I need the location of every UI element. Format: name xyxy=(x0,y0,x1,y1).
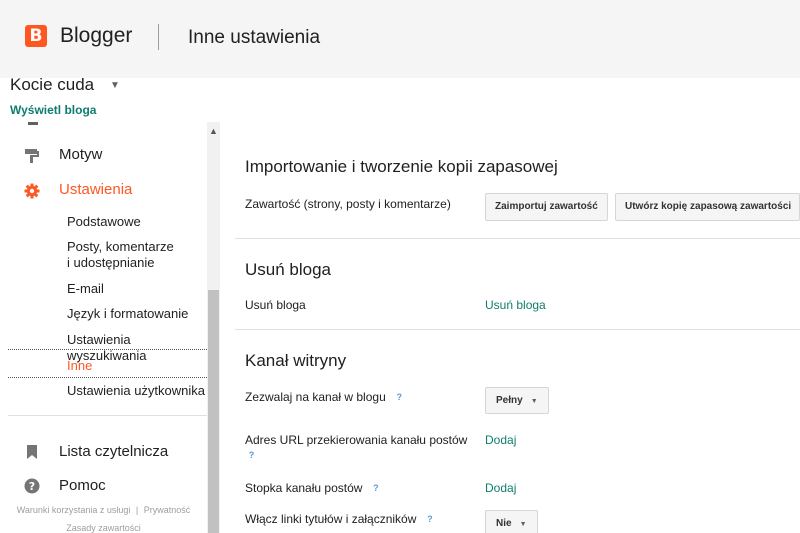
view-blog-link[interactable]: Wyświetl bloga xyxy=(10,103,96,117)
sidebar-item-ustawienia[interactable]: Ustawienia xyxy=(0,176,207,206)
top-bar: B Blogger Inne ustawienia xyxy=(0,0,800,78)
delete-blog-label: Usuń bloga xyxy=(245,298,306,312)
help-icon[interactable]: ? xyxy=(423,513,437,526)
help-icon: ? xyxy=(24,478,40,494)
gear-icon xyxy=(24,183,40,199)
title-links-label: Włącz linki tytułów i załączników xyxy=(245,512,417,526)
import-content-button[interactable]: Zaimportuj zawartość xyxy=(485,193,608,221)
active-item-outline xyxy=(8,349,207,378)
sidebar-subitem-posty-komentarze-line2[interactable]: i udostępnianie xyxy=(67,255,154,271)
footer-separator: | xyxy=(135,505,139,515)
sidebar: Motyw Ustawienia Podstawowe Posty, komen… xyxy=(0,122,207,533)
brand-name[interactable]: Blogger xyxy=(60,24,132,48)
sidebar-divider xyxy=(8,415,207,416)
footer-links-line2: Zasady zawartości xyxy=(0,523,207,533)
section-title-feed: Kanał witryny xyxy=(245,351,347,370)
title-links-value: Nie xyxy=(496,518,512,529)
section-title-import: Importowanie i tworzenie kopii zapasowej xyxy=(245,157,558,176)
page-title: Inne ustawienia xyxy=(188,27,321,48)
sidebar-item-label: Ustawienia xyxy=(59,181,133,198)
svg-text:?: ? xyxy=(29,480,35,493)
allow-feed-row: Zezwalaj na kanał w blogu? xyxy=(245,390,406,405)
footer-links: Warunki korzystania z usługi | Prywatnoś… xyxy=(0,505,207,515)
privacy-link[interactable]: Prywatność xyxy=(144,505,191,515)
section-title-delete: Usuń bloga xyxy=(245,260,332,279)
sidebar-item-pomoc[interactable]: ? Pomoc xyxy=(0,472,207,502)
help-icon[interactable]: ? xyxy=(392,391,406,404)
paint-roller-icon xyxy=(25,149,39,163)
blogger-logo-icon[interactable]: B xyxy=(25,25,47,47)
title-links-row: Włącz linki tytułów i załączników? xyxy=(245,512,437,527)
chevron-down-icon: ▼ xyxy=(519,521,527,528)
redirect-url-label: Adres URL przekierowania kanału postów xyxy=(245,433,468,447)
sidebar-subitem-email[interactable]: E-mail xyxy=(67,281,104,297)
sidebar-subitem-podstawowe[interactable]: Podstawowe xyxy=(67,214,141,230)
terms-link[interactable]: Warunki korzystania z usługi xyxy=(17,505,131,515)
allow-feed-value: Pełny xyxy=(496,395,523,406)
sidebar-subitem-posty-komentarze[interactable]: Posty, komentarze xyxy=(67,239,174,255)
allow-feed-dropdown[interactable]: Pełny ▼ xyxy=(485,387,549,414)
topbar-divider xyxy=(158,24,159,50)
chevron-down-icon[interactable]: ▼ xyxy=(110,80,120,91)
help-icon[interactable]: ? xyxy=(369,482,383,495)
redirect-help-row: ? xyxy=(238,448,258,463)
bookmark-icon xyxy=(27,445,37,459)
content-label: Zawartość (strony, posty i komentarze) xyxy=(245,197,451,211)
menu-edge-icon xyxy=(28,122,38,125)
chevron-down-icon: ▼ xyxy=(530,398,538,405)
backup-content-button[interactable]: Utwórz kopię zapasową zawartości xyxy=(615,193,800,221)
section-divider xyxy=(235,329,800,330)
feed-footer-row: Stopka kanału postów? xyxy=(245,481,383,496)
redirect-add-link[interactable]: Dodaj xyxy=(485,433,516,447)
sidebar-item-label: Lista czytelnicza xyxy=(59,443,169,460)
help-icon[interactable]: ? xyxy=(245,449,258,462)
title-links-dropdown[interactable]: Nie ▼ xyxy=(485,510,538,533)
scroll-up-icon[interactable]: ▲ xyxy=(207,122,220,138)
sidebar-item-label: Pomoc xyxy=(59,477,106,494)
sidebar-subitem-jezyk[interactable]: Język i formatowanie xyxy=(67,306,188,322)
scrollbar-thumb[interactable] xyxy=(208,290,219,533)
sidebar-item-lista-czytelnicza[interactable]: Lista czytelnicza xyxy=(0,437,207,467)
sidebar-item-motyw[interactable]: Motyw xyxy=(0,140,207,170)
feed-footer-label: Stopka kanału postów xyxy=(245,481,363,495)
sidebar-item-label: Motyw xyxy=(59,146,103,163)
allow-feed-label: Zezwalaj na kanał w blogu xyxy=(245,390,386,404)
feed-footer-add-link[interactable]: Dodaj xyxy=(485,481,516,495)
sidebar-subitem-uzytkownik[interactable]: Ustawienia użytkownika xyxy=(67,383,205,399)
section-divider xyxy=(235,238,800,239)
content-policy-link[interactable]: Zasady zawartości xyxy=(66,523,141,533)
blog-selector[interactable]: Kocie cuda xyxy=(10,75,94,95)
delete-blog-link[interactable]: Usuń bloga xyxy=(485,298,546,312)
